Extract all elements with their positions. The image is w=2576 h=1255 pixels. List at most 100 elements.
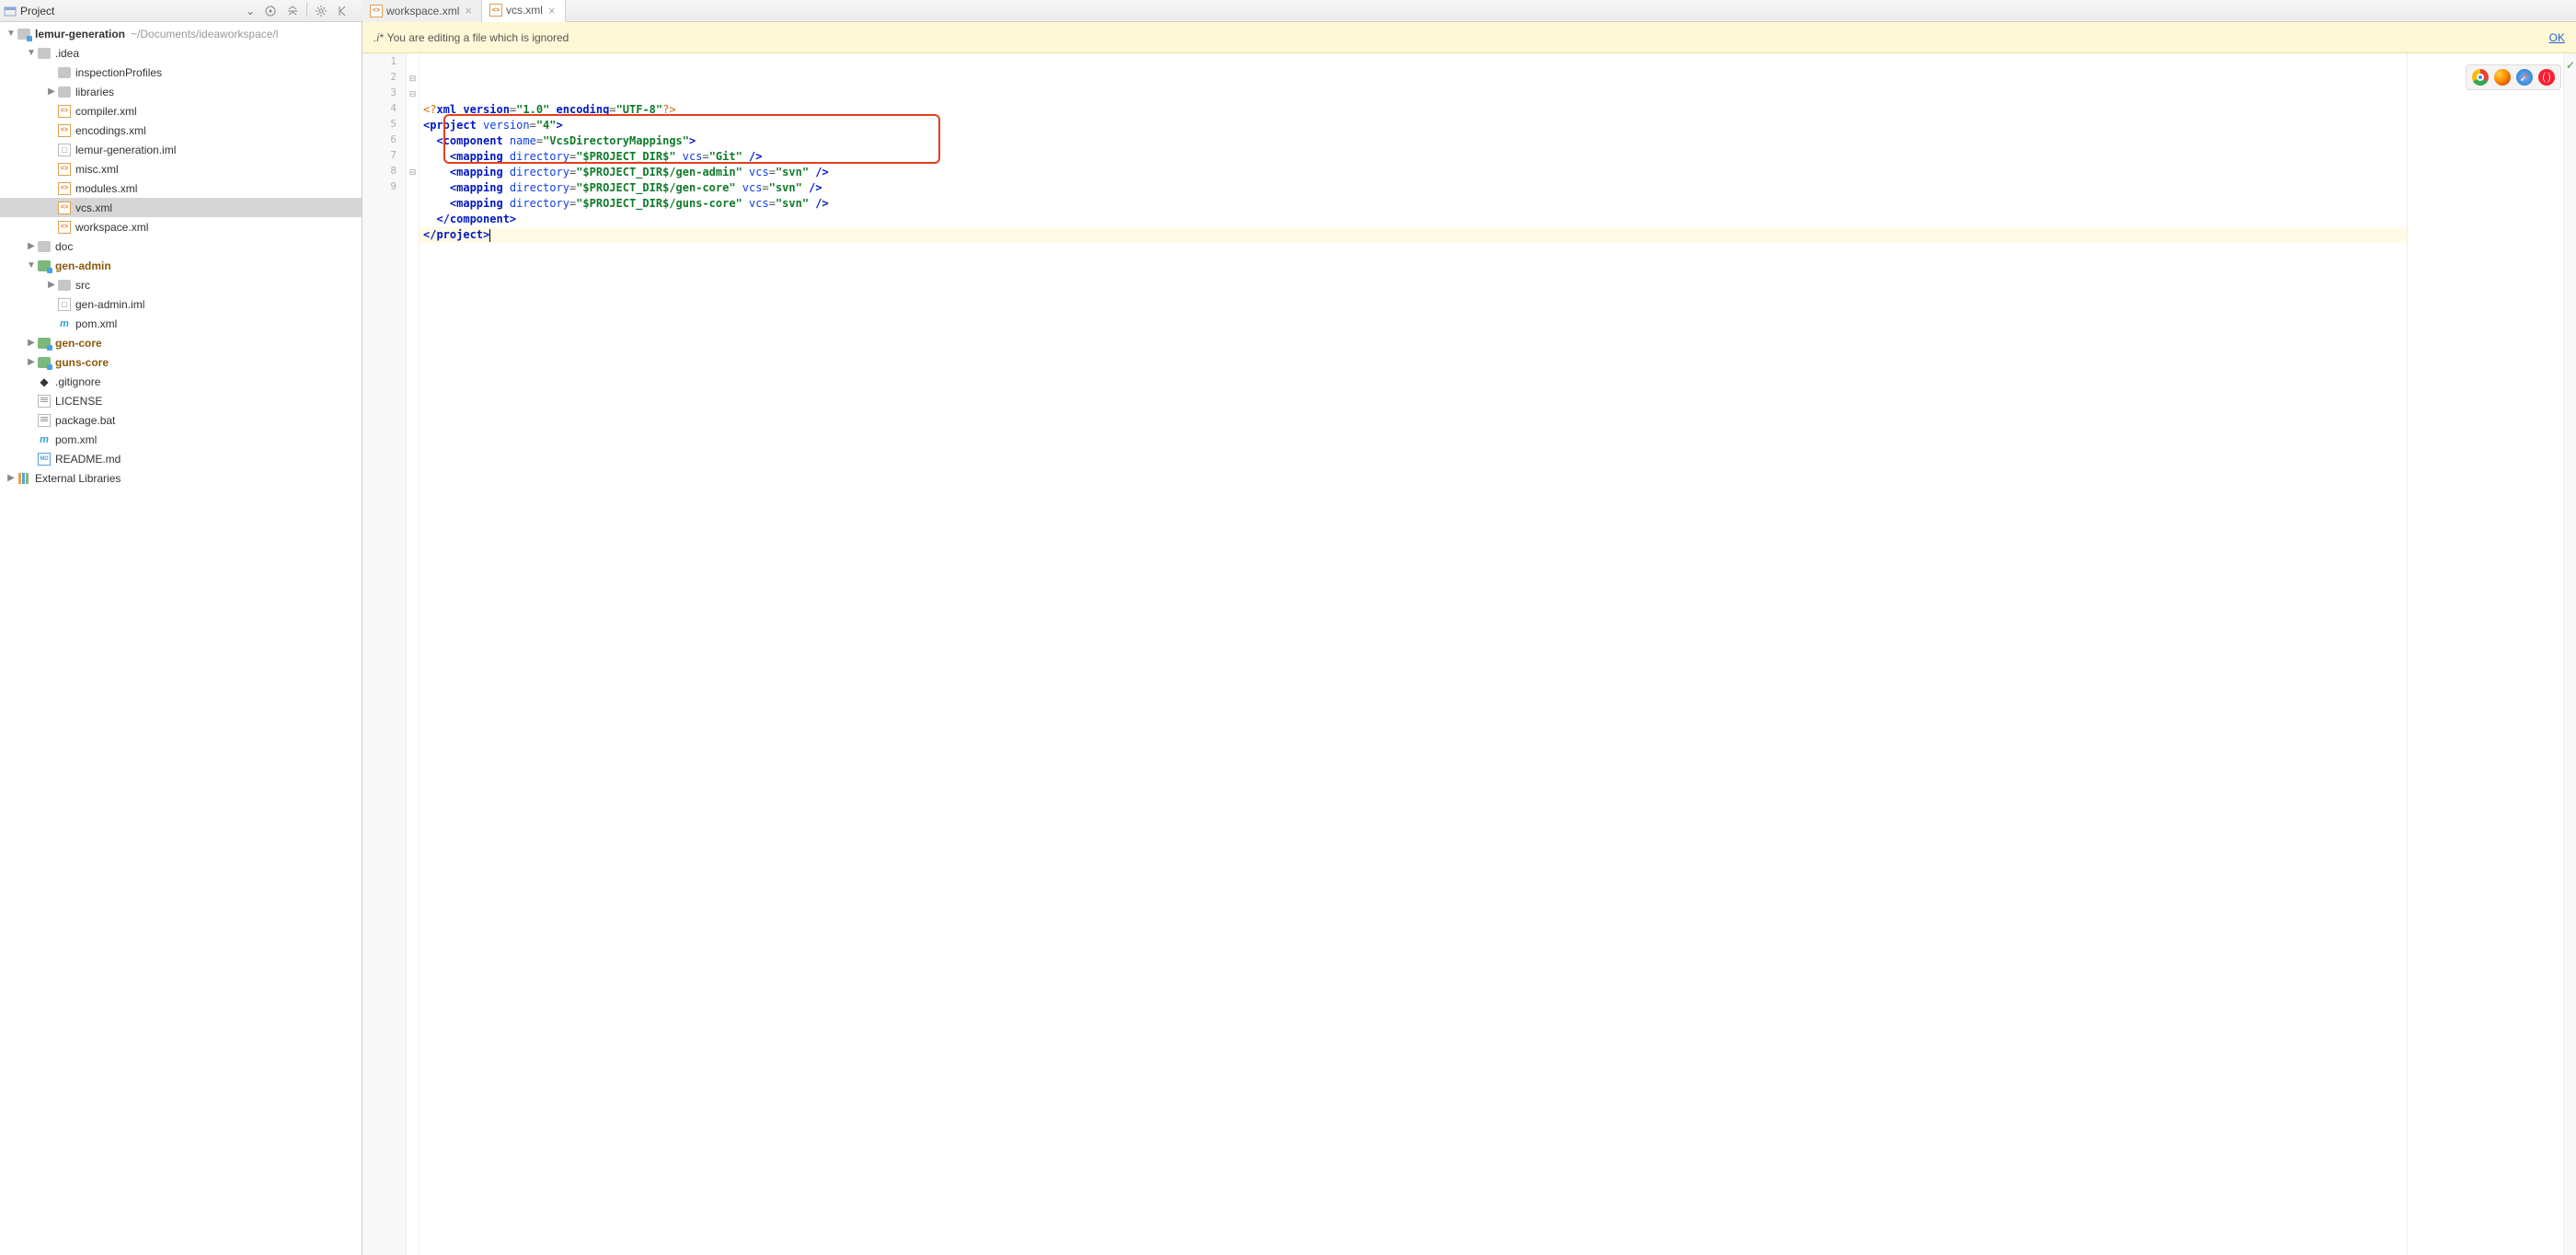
line-number[interactable]: 3 bbox=[362, 86, 406, 102]
tree-item-pom-xml[interactable]: mpom.xml bbox=[0, 430, 362, 449]
code-line[interactable]: </project> bbox=[420, 227, 2407, 243]
line-number[interactable]: 8 bbox=[362, 165, 406, 180]
code-line[interactable]: <project version="4"> bbox=[420, 118, 2407, 133]
tree-item-vcs-xml[interactable]: <>vcs.xml bbox=[0, 198, 362, 217]
code-line[interactable]: <mapping directory="$PROJECT_DIR$/guns-c… bbox=[420, 196, 2407, 212]
tree-item-pom-xml[interactable]: mpom.xml bbox=[0, 314, 362, 333]
close-tab-icon[interactable]: × bbox=[463, 4, 474, 17]
opera-icon[interactable] bbox=[2538, 69, 2555, 86]
tree-item-gen-admin[interactable]: ▼ gen-admin bbox=[0, 256, 362, 275]
tree-item-README-md[interactable]: MDREADME.md bbox=[0, 449, 362, 468]
fold-handle[interactable] bbox=[407, 133, 419, 149]
line-number[interactable]: 7 bbox=[362, 149, 406, 165]
fold-handle[interactable]: ⊟ bbox=[407, 86, 419, 102]
tree-item-label: External Libraries bbox=[35, 472, 121, 485]
fold-handle[interactable]: ⊟ bbox=[407, 165, 419, 180]
tree-item-label: encodings.xml bbox=[75, 124, 146, 137]
tree-item-src[interactable]: ▶src bbox=[0, 275, 362, 294]
folder-icon bbox=[37, 239, 52, 254]
code-line[interactable]: <mapping directory="$PROJECT_DIR$/gen-ad… bbox=[420, 165, 2407, 180]
line-number[interactable]: 1 bbox=[362, 55, 406, 71]
line-number[interactable]: 4 bbox=[362, 102, 406, 118]
code-line[interactable]: <mapping directory="$PROJECT_DIR$/gen-co… bbox=[420, 180, 2407, 196]
fold-handle[interactable] bbox=[407, 180, 419, 196]
xml-icon: <> bbox=[57, 104, 72, 119]
error-stripe[interactable]: ✓ bbox=[2563, 53, 2576, 1255]
tree-item-gen-admin-iml[interactable]: ▢gen-admin.iml bbox=[0, 294, 362, 314]
tree-item-label: gen-admin bbox=[55, 259, 111, 272]
code-line[interactable]: <mapping directory="$PROJECT_DIR$" vcs="… bbox=[420, 149, 2407, 165]
tree-item-gen-core[interactable]: ▶gen-core bbox=[0, 333, 362, 352]
xml-icon: <> bbox=[57, 201, 72, 215]
project-panel-title[interactable]: Project bbox=[20, 5, 242, 17]
tree-item-LICENSE[interactable]: LICENSE bbox=[0, 391, 362, 410]
tree-item-workspace-xml[interactable]: <>workspace.xml bbox=[0, 217, 362, 236]
tree-item-package-bat[interactable]: package.bat bbox=[0, 410, 362, 430]
editor-blank-right bbox=[2407, 53, 2563, 1255]
tree-item-inspectionProfiles[interactable]: inspectionProfiles bbox=[0, 63, 362, 82]
code-line[interactable]: </component> bbox=[420, 212, 2407, 227]
fold-handle[interactable] bbox=[407, 118, 419, 133]
tree-item--idea[interactable]: ▼.idea bbox=[0, 43, 362, 63]
line-number[interactable]: 2 bbox=[362, 71, 406, 86]
chrome-icon[interactable] bbox=[2472, 69, 2489, 86]
top-toolbar: Project ⌄ <>workspace.xml×<>vcs.xml× bbox=[0, 0, 2576, 22]
tree-item-label: package.bat bbox=[55, 414, 115, 427]
tree-item-label: pom.xml bbox=[75, 317, 117, 330]
tree-item-lemur-generation-iml[interactable]: ▢lemur-generation.iml bbox=[0, 140, 362, 159]
tree-item-doc[interactable]: ▶doc bbox=[0, 236, 362, 256]
fold-handle[interactable] bbox=[407, 102, 419, 118]
line-number[interactable]: 9 bbox=[362, 180, 406, 196]
project-tree[interactable]: ▼lemur-generation~/Documents/ideaworkspa… bbox=[0, 22, 362, 1255]
fold-handle[interactable] bbox=[407, 55, 419, 71]
tree-expand-arrow[interactable]: ▶ bbox=[46, 280, 57, 290]
tree-item-guns-core[interactable]: ▶ guns-core bbox=[0, 352, 362, 372]
code-line[interactable]: <component name="VcsDirectoryMappings"> bbox=[420, 133, 2407, 149]
project-dropdown-icon[interactable]: ⌄ bbox=[246, 5, 257, 17]
tree-item-modules-xml[interactable]: <>modules.xml bbox=[0, 178, 362, 198]
editor-area: .i* You are editing a file which is igno… bbox=[362, 22, 2576, 1255]
hide-panel-button[interactable] bbox=[333, 2, 353, 20]
firefox-icon[interactable] bbox=[2494, 69, 2511, 86]
tree-item--gitignore[interactable]: ◆.gitignore bbox=[0, 372, 362, 391]
close-tab-icon[interactable]: × bbox=[546, 4, 558, 17]
tree-item-compiler-xml[interactable]: <>compiler.xml bbox=[0, 101, 362, 121]
tree-expand-arrow[interactable]: ▶ bbox=[26, 338, 37, 348]
code-editor[interactable]: <?xml version="1.0" encoding="UTF-8"?><p… bbox=[420, 53, 2407, 1255]
fold-handle[interactable] bbox=[407, 149, 419, 165]
tree-expand-arrow[interactable]: ▶ bbox=[6, 473, 17, 483]
folder-icon bbox=[57, 278, 72, 293]
tree-expand-arrow[interactable]: ▼ bbox=[26, 48, 37, 58]
lib-icon bbox=[17, 471, 31, 486]
tree-item-libraries[interactable]: ▶libraries bbox=[0, 82, 362, 101]
tree-item-External-Libraries[interactable]: ▶ External Libraries bbox=[0, 468, 362, 488]
tree-item-lemur-generation[interactable]: ▼lemur-generation~/Documents/ideaworkspa… bbox=[0, 24, 362, 43]
warning-ok-link[interactable]: OK bbox=[2549, 31, 2565, 44]
code-line[interactable]: <?xml version="1.0" encoding="UTF-8"?> bbox=[420, 102, 2407, 118]
editor-tab-workspace-xml[interactable]: <>workspace.xml× bbox=[362, 0, 482, 22]
locate-button[interactable] bbox=[260, 2, 281, 20]
xml-icon: <> bbox=[57, 220, 72, 235]
tree-expand-arrow[interactable]: ▶ bbox=[46, 86, 57, 97]
tree-expand-arrow[interactable]: ▼ bbox=[26, 260, 37, 271]
fold-gutter[interactable]: ⊟⊟⊟ bbox=[407, 53, 420, 1255]
tree-item-misc-xml[interactable]: <>misc.xml bbox=[0, 159, 362, 178]
line-number[interactable]: 6 bbox=[362, 133, 406, 149]
tree-item-label: guns-core bbox=[55, 356, 109, 369]
folder-icon bbox=[37, 46, 52, 61]
line-number[interactable]: 5 bbox=[362, 118, 406, 133]
tree-expand-arrow[interactable]: ▶ bbox=[26, 357, 37, 367]
gear-button[interactable] bbox=[311, 2, 331, 20]
m-icon: m bbox=[37, 432, 52, 447]
collapse-all-button[interactable] bbox=[282, 2, 303, 20]
safari-icon[interactable] bbox=[2516, 69, 2533, 86]
line-number-gutter[interactable]: 123456789 bbox=[362, 53, 407, 1255]
tree-item-label: inspectionProfiles bbox=[75, 66, 162, 79]
editor-tab-vcs-xml[interactable]: <>vcs.xml× bbox=[482, 0, 566, 22]
fold-handle[interactable]: ⊟ bbox=[407, 71, 419, 86]
tree-item-label: lemur-generation.iml bbox=[75, 144, 176, 156]
tree-expand-arrow[interactable]: ▶ bbox=[26, 241, 37, 251]
tree-expand-arrow[interactable]: ▼ bbox=[6, 29, 17, 39]
tree-item-encodings-xml[interactable]: <>encodings.xml bbox=[0, 121, 362, 140]
tree-item-label: modules.xml bbox=[75, 182, 137, 195]
